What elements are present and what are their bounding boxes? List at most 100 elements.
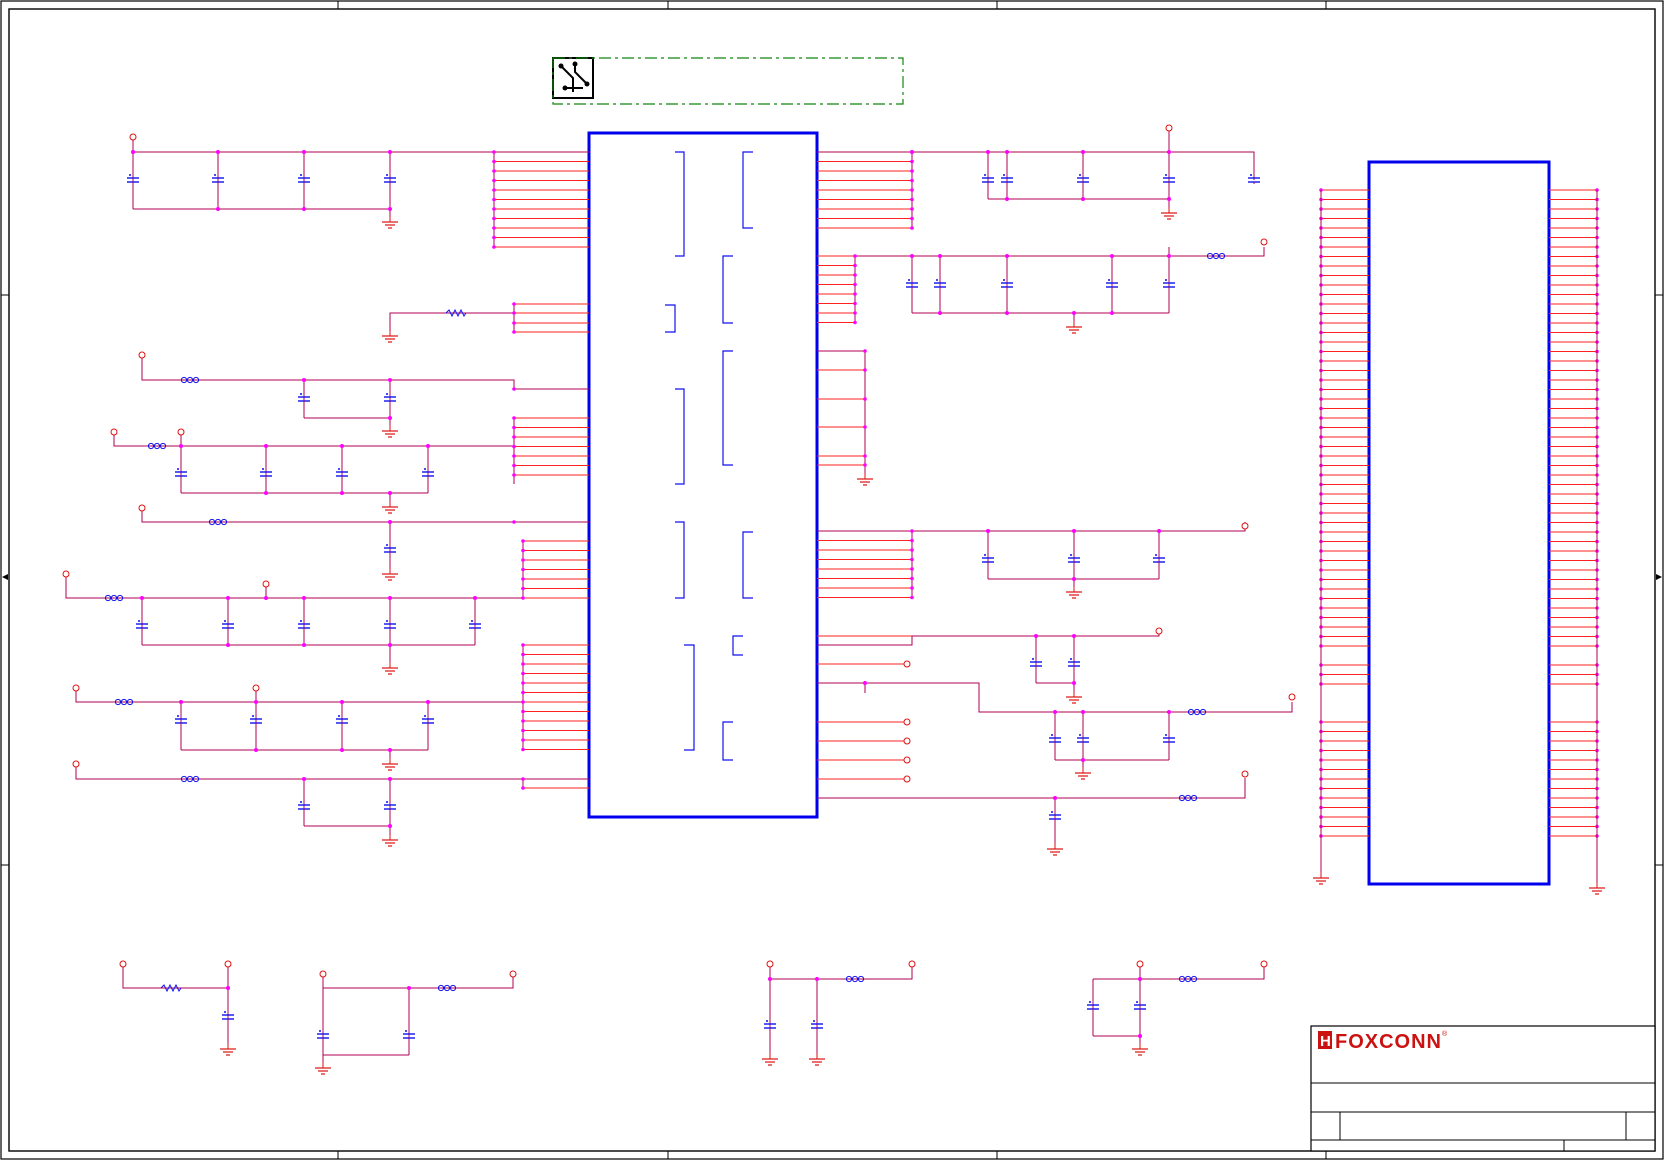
border-center-arrows	[2, 574, 1662, 580]
junction-dot	[521, 681, 525, 685]
junction-dot	[910, 150, 914, 154]
junction-dot	[492, 178, 496, 183]
ground-symbol-icon	[381, 424, 399, 438]
junction-dot	[863, 681, 867, 685]
junction-dot	[226, 643, 230, 647]
junction-dot	[1167, 710, 1171, 714]
junction-dot	[521, 786, 525, 790]
main-ic-body	[587, 131, 819, 819]
junction-dot	[815, 977, 819, 981]
power-port-icon	[766, 960, 774, 968]
junction-dot	[853, 311, 857, 315]
junction-dot	[512, 473, 516, 477]
junction-dot	[910, 216, 914, 221]
junction-dot	[302, 643, 306, 647]
junction-dot	[340, 491, 344, 495]
junction-dot	[426, 444, 430, 448]
power-port-icon	[908, 960, 916, 968]
junction-dot	[179, 700, 183, 704]
junction-dot	[226, 596, 230, 600]
junction-dot	[853, 301, 857, 306]
junction-dot	[1157, 529, 1161, 533]
pcb-circuit-icon	[552, 57, 594, 99]
junction-dot	[340, 700, 344, 704]
junction-dot	[910, 548, 914, 552]
junction-dot	[264, 444, 268, 448]
border-zone-ticks	[1, 1, 1663, 1159]
junction-dot	[1110, 311, 1114, 315]
junction-dot	[254, 700, 258, 704]
power-port-icon	[1288, 693, 1296, 701]
junction-dot	[492, 159, 496, 164]
junction-dot	[1138, 977, 1142, 981]
ground-symbol-icon	[1065, 585, 1083, 599]
logo-text: FOXCONN	[1335, 1031, 1442, 1053]
junction-dot	[863, 454, 867, 458]
junction-dot	[1072, 577, 1076, 581]
junction-dot	[473, 596, 477, 600]
power-port-icon	[1260, 960, 1268, 968]
junction-dot	[264, 596, 268, 600]
ground-symbol-icon	[381, 567, 399, 581]
junction-dot	[986, 529, 990, 533]
junction-dot	[512, 444, 516, 449]
junction-dot	[910, 586, 914, 590]
junction-dot	[492, 150, 496, 154]
junction-dot	[388, 378, 392, 382]
power-port-icon	[119, 960, 127, 968]
junction-dot	[512, 330, 516, 334]
junction-dot	[388, 207, 392, 211]
junction-dot	[512, 454, 516, 458]
ground-symbol-icon	[381, 215, 399, 229]
junction-dot	[226, 986, 230, 990]
junction-dot	[512, 435, 516, 439]
junction-dot	[863, 463, 867, 467]
junction-dot	[492, 169, 496, 173]
junction-dot	[512, 463, 516, 468]
junction-dot	[521, 777, 525, 781]
power-port-icon	[224, 960, 232, 968]
connector-body	[1367, 160, 1551, 886]
junction-dot	[910, 567, 914, 571]
junction-dots	[131, 150, 1171, 1038]
junction-dot	[512, 387, 516, 391]
power-port-icon	[62, 570, 70, 578]
junction-dot	[521, 738, 525, 742]
ground-symbol-icon	[1065, 320, 1083, 334]
junction-dot	[340, 444, 344, 448]
junction-dot	[388, 777, 392, 781]
junction-dot	[863, 349, 867, 353]
power-port-icon	[138, 504, 146, 512]
junction-dot	[521, 662, 525, 666]
junction-dot	[853, 282, 857, 287]
resistors	[160, 309, 467, 992]
ground-symbol-icon	[381, 757, 399, 771]
junction-dot	[492, 188, 496, 192]
junction-dot	[1034, 634, 1038, 638]
junction-dot	[512, 520, 516, 524]
power-port-icon	[72, 684, 80, 692]
dashed-annotation-box	[552, 57, 904, 105]
ground-symbol-icon	[1046, 842, 1064, 856]
junction-dot	[302, 378, 306, 382]
junction-dot	[1167, 254, 1171, 258]
junction-dot	[302, 596, 306, 600]
junction-dot	[1167, 150, 1171, 154]
test-point-icon	[903, 718, 911, 726]
foxconn-logo-icon: H FOXCONN ®	[1318, 1030, 1448, 1053]
junction-dot	[910, 159, 914, 164]
junction-dot	[216, 207, 220, 211]
left-pin-wires	[494, 151, 589, 789]
junction-dot	[1072, 529, 1076, 533]
junction-dot	[388, 596, 392, 600]
junction-dot	[512, 425, 516, 430]
ground-symbol-icon	[314, 1061, 332, 1075]
junction-dot	[521, 652, 525, 657]
power-port-icon	[319, 970, 327, 978]
junction-dot	[1081, 758, 1085, 762]
power-port-icon	[1155, 627, 1163, 635]
outer-border	[0, 0, 1664, 1160]
junction-dot	[407, 986, 411, 990]
junction-dot	[910, 197, 914, 202]
junction-dot	[1053, 710, 1057, 714]
